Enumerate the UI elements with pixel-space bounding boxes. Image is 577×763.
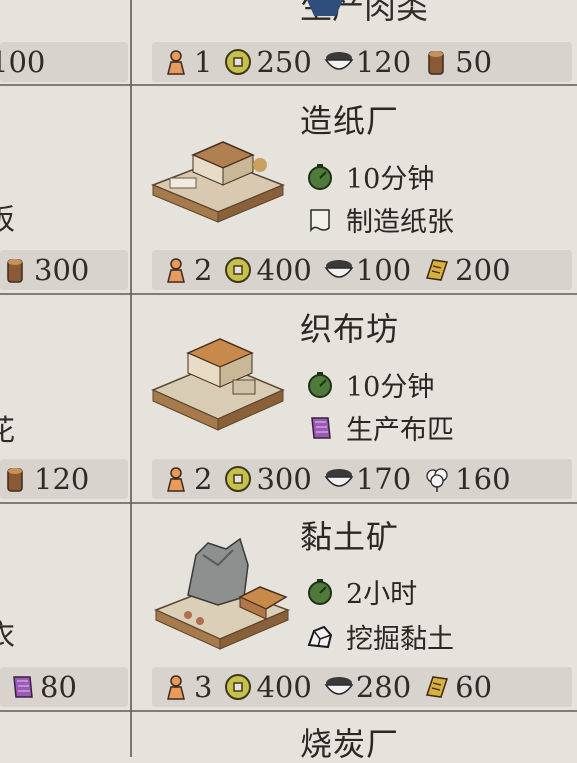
wood-icon — [423, 48, 451, 76]
partial-bottom-title: 烧炭厂 — [300, 725, 400, 763]
building-title: 织布坊 — [300, 310, 400, 348]
rice-cost: 100 — [324, 252, 412, 287]
wood-icon — [2, 465, 30, 493]
rice-cost: 170 — [324, 461, 412, 496]
cloth-icon — [8, 673, 36, 701]
worker-cost: 2 — [162, 461, 213, 496]
cost-value: 50 — [455, 44, 493, 79]
cost-value: 300 — [34, 252, 90, 287]
cost-bar: 2 400 100 200 — [152, 250, 572, 290]
clay-icon — [306, 623, 334, 651]
coin-icon — [224, 465, 252, 493]
cost-value: 80 — [40, 669, 77, 704]
row-divider — [0, 502, 577, 504]
rice-bowl-icon — [324, 256, 354, 284]
left-cost-bar: 300 — [0, 250, 128, 290]
left-cost-bar: 80 — [0, 667, 128, 707]
rice-bowl-icon — [324, 48, 354, 76]
worker-icon — [162, 256, 190, 284]
coin-icon — [224, 673, 252, 701]
left-card-partial-char: 花 — [0, 413, 16, 447]
left-card-partial-char: 板 — [0, 202, 16, 236]
rice-cost: 120 — [324, 44, 412, 79]
worker-cost: 2 — [162, 252, 213, 287]
cotton-icon — [423, 465, 451, 493]
rice-bowl-icon — [324, 673, 354, 701]
product-text: 生产布匹 — [346, 415, 454, 446]
cost-value: 400 — [256, 669, 312, 704]
brick-cost: 200 — [423, 252, 511, 287]
brick-icon — [423, 673, 451, 701]
cotton-cost: 160 — [423, 461, 511, 496]
cost-value: 2 — [194, 461, 213, 496]
build-time-row: 10分钟 — [306, 365, 434, 404]
build-time-row: 10分钟 — [306, 157, 434, 196]
weaving-workshop-illustration — [148, 335, 288, 439]
left-card-partial-char: 衣 — [0, 618, 16, 652]
paper-scroll-icon — [306, 206, 334, 234]
cost-value: 280 — [355, 669, 412, 704]
worker-cost: 1 — [162, 44, 213, 79]
brick-icon — [423, 256, 451, 284]
row-divider — [0, 293, 577, 295]
row-divider — [0, 710, 577, 712]
row-divider — [0, 84, 577, 86]
build-time-text: 10分钟 — [346, 372, 435, 403]
building-title: 黏土矿 — [300, 518, 400, 556]
cost-value: 200 — [455, 252, 511, 287]
cost-value: 60 — [455, 669, 493, 704]
worker-cost: 3 — [162, 669, 213, 704]
coin-cost: 400 — [224, 252, 312, 287]
clay-mine-illustration — [148, 535, 293, 654]
timer-icon — [306, 163, 334, 191]
cost-value: 160 — [455, 461, 511, 496]
product-row: 挖掘黏土 — [306, 617, 454, 656]
cost-bar: 2 300 170 160 — [152, 459, 572, 499]
wood-icon — [2, 256, 30, 284]
brick-cost: 60 — [423, 669, 493, 704]
worker-icon — [162, 48, 190, 76]
cost-value: 2 — [194, 252, 213, 287]
build-time-text: 2小时 — [346, 579, 418, 610]
coin-icon — [224, 256, 252, 284]
coin-cost: 400 — [224, 669, 312, 704]
cost-value: 1 — [194, 44, 213, 79]
rice-cost: 280 — [324, 669, 412, 704]
wood-cost: 50 — [423, 44, 493, 79]
coin-cost: 300 — [224, 461, 312, 496]
build-time-text: 10分钟 — [346, 164, 435, 195]
cost-value: 120 — [355, 44, 412, 79]
cost-bar: 3 400 280 60 — [152, 667, 572, 707]
top-cost-bar: 1 250 120 50 — [152, 42, 572, 82]
coin-cost: 250 — [224, 44, 312, 79]
cost-value: 100 — [0, 44, 46, 79]
building-title: 造纸厂 — [300, 102, 400, 140]
top-left-cost-bar: 100 — [0, 42, 128, 82]
cost-value: 100 — [355, 252, 412, 287]
build-time-row: 2小时 — [306, 572, 417, 611]
timer-icon — [306, 371, 334, 399]
product-row: 制造纸张 — [306, 200, 454, 239]
cost-value: 120 — [34, 461, 90, 496]
cost-value: 300 — [256, 461, 312, 496]
cost-value: 400 — [256, 252, 312, 287]
coin-icon — [224, 48, 252, 76]
timer-icon — [306, 578, 334, 606]
worker-icon — [162, 465, 190, 493]
worker-icon — [162, 673, 190, 701]
paper-mill-illustration — [148, 130, 288, 229]
product-row: 生产布匹 — [306, 408, 454, 447]
cost-value: 250 — [256, 44, 312, 79]
product-text: 制造纸张 — [346, 207, 454, 238]
column-divider — [130, 0, 132, 757]
left-cost-bar: 120 — [0, 459, 128, 499]
product-text: 挖掘黏土 — [346, 624, 454, 655]
cloth-icon — [306, 414, 334, 442]
cost-value: 3 — [194, 669, 213, 704]
cost-value: 170 — [355, 461, 412, 496]
rice-bowl-icon — [324, 465, 354, 493]
